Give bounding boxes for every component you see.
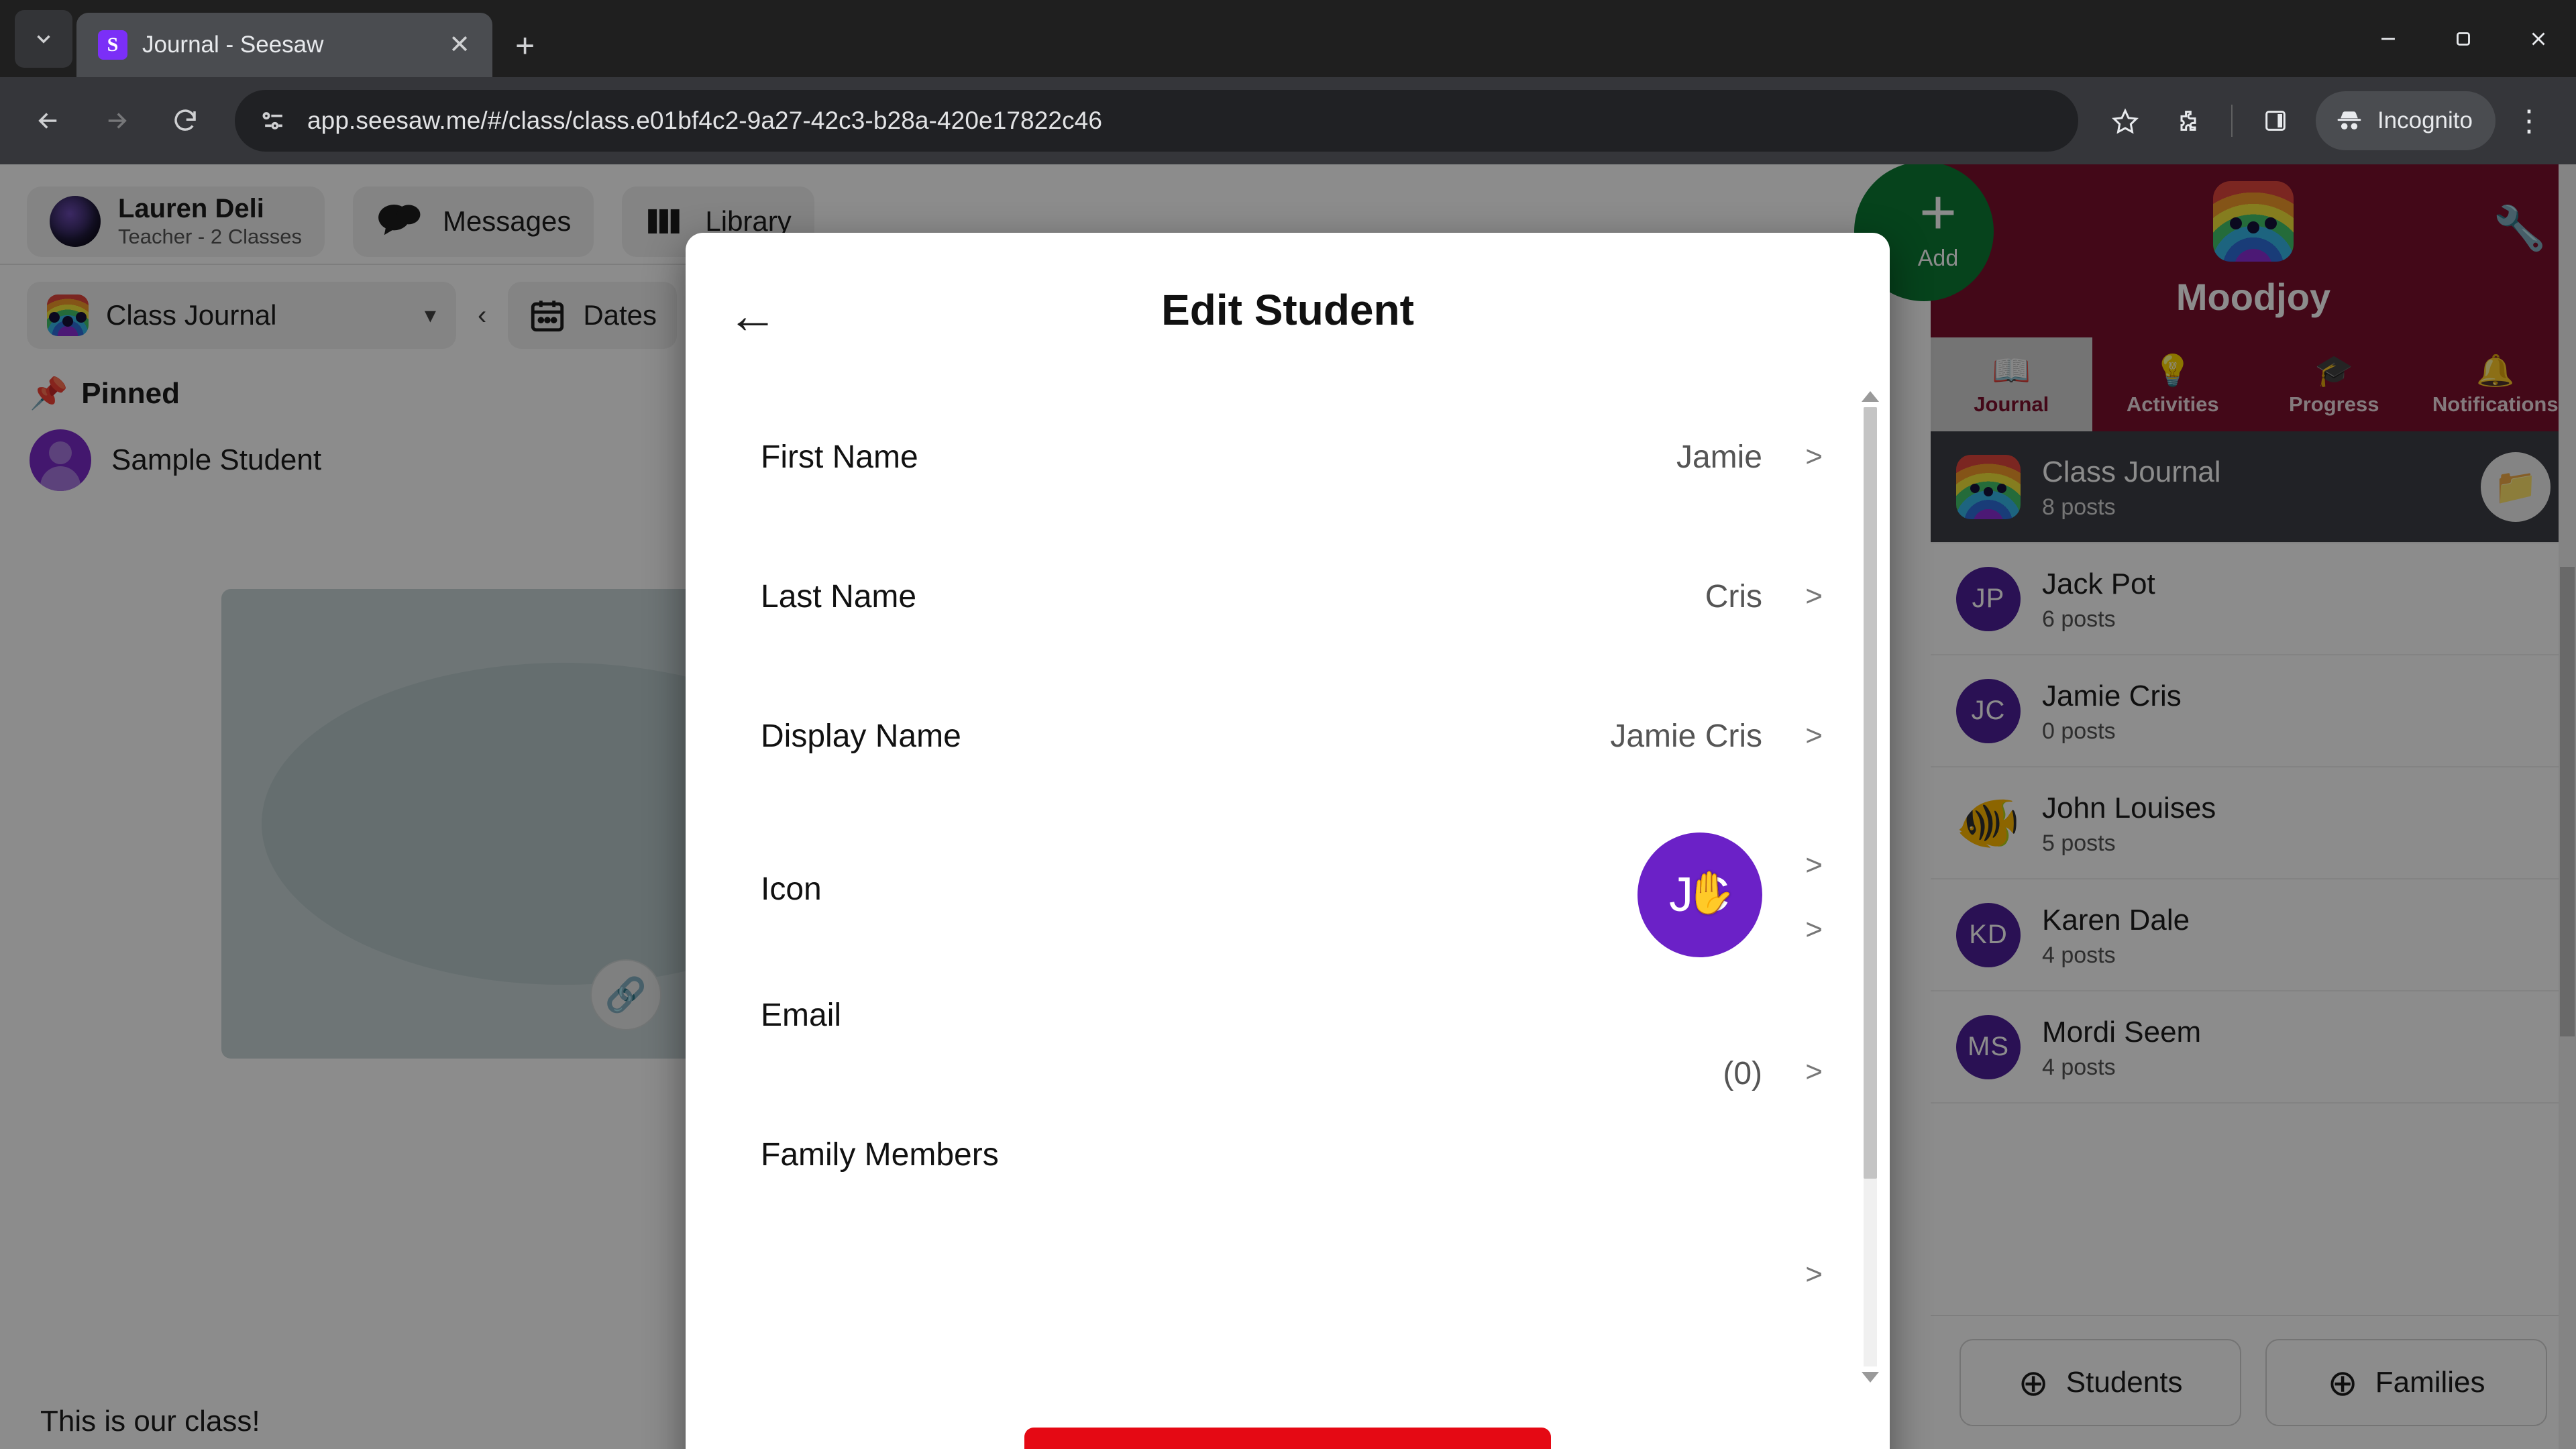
chevron-right-icon: > [1805,1258,1823,1291]
three-dot-menu-icon[interactable]: ⋮ [2500,91,2559,150]
browser-window: S Journal - Seesaw ✕ + app.seesaw.me/#/c… [0,0,2576,1449]
chevron-right-icon: > [1805,440,1823,473]
close-icon[interactable] [2501,0,2576,77]
site-info-icon[interactable] [259,106,288,136]
row-label: Last Name [761,578,917,614]
row-value: Cris [1705,578,1762,614]
side-panel-icon[interactable] [2246,91,2305,150]
scroll-down-icon[interactable] [1862,1372,1879,1383]
minimize-icon[interactable] [2351,0,2426,77]
dialog-footer: Remove student from class [686,1387,1890,1449]
chevron-right-icon: > [1805,913,1823,946]
incognito-icon [2337,111,2361,130]
chevron-right-icon: > [1805,849,1823,881]
seesaw-favicon: S [98,30,127,60]
incognito-indicator[interactable]: Incognito [2315,91,2496,150]
page-title: Edit Student [1161,286,1414,334]
row-partial[interactable]: > [686,1224,1890,1325]
row-value: Jamie Cris [1610,718,1762,754]
row-last-name[interactable]: Last Name Cris > [686,527,1890,666]
row-first-name[interactable]: First Name Jamie > [686,387,1890,527]
incognito-label: Incognito [2377,107,2473,133]
row-label: Icon [761,871,822,907]
bookmark-star-icon[interactable] [2096,91,2155,150]
dialog-body: First Name Jamie > Last Name Cris > Disp… [686,387,1890,1387]
url-text: app.seesaw.me/#/class/class.e01bf4c2-9a2… [307,107,1103,134]
row-display-name[interactable]: Display Name Jamie Cris > [686,666,1890,806]
student-icon-avatar[interactable]: JC ✋ [1638,833,1762,957]
browser-tab[interactable]: S Journal - Seesaw ✕ [76,13,492,77]
mouse-cursor-hand-icon: ✋ [1684,870,1738,916]
row-icon[interactable]: Icon JC ✋ > [686,806,1890,957]
row-label: First Name [761,439,918,475]
remove-student-button[interactable]: Remove student from class [1024,1428,1551,1449]
chevron-right-icon: > [1805,719,1823,752]
row-label: Display Name [761,718,961,754]
chevron-right-icon: > [1805,1055,1823,1088]
edit-student-dialog: ← Edit Student First Name Jamie > Last N… [686,233,1890,1449]
address-bar[interactable]: app.seesaw.me/#/class/class.e01bf4c2-9a2… [235,90,2078,152]
row-label: Email [761,997,842,1033]
maximize-icon[interactable] [2426,0,2501,77]
tab-title: Journal - Seesaw [142,32,324,58]
tab-strip: S Journal - Seesaw ✕ + [0,0,2576,77]
back-arrow-icon[interactable]: ← [727,290,778,341]
new-tab-button[interactable]: + [515,29,535,62]
row-value: Jamie [1676,439,1762,475]
scroll-up-icon[interactable] [1862,391,1879,402]
back-arrow-icon[interactable] [17,90,79,152]
dialog-header: ← Edit Student [686,233,1890,387]
extensions-icon[interactable] [2159,91,2218,150]
page-viewport: Lauren Deli Teacher - 2 Classes Messages [0,164,2576,1449]
browser-toolbar: app.seesaw.me/#/class/class.e01bf4c2-9a2… [0,77,2576,164]
tab-search-button[interactable] [15,10,72,68]
toolbar-icons: Incognito ⋮ [2096,91,2559,150]
row-family-members[interactable]: Family Members (0) > [686,1055,1890,1224]
row-email[interactable]: Email > [686,913,1890,1085]
dialog-scrollbar[interactable] [1862,387,1879,1387]
window-controls [2351,0,2576,77]
tab-close-icon[interactable]: ✕ [443,32,476,58]
scroll-thumb[interactable] [1864,407,1877,1179]
chevron-right-icon: > [1805,580,1823,612]
toolbar-divider [2231,105,2233,137]
reload-icon[interactable] [154,90,216,152]
forward-arrow-icon[interactable] [86,90,148,152]
row-label: Family Members [761,1136,999,1173]
row-value: (0) [1723,1056,1762,1091]
